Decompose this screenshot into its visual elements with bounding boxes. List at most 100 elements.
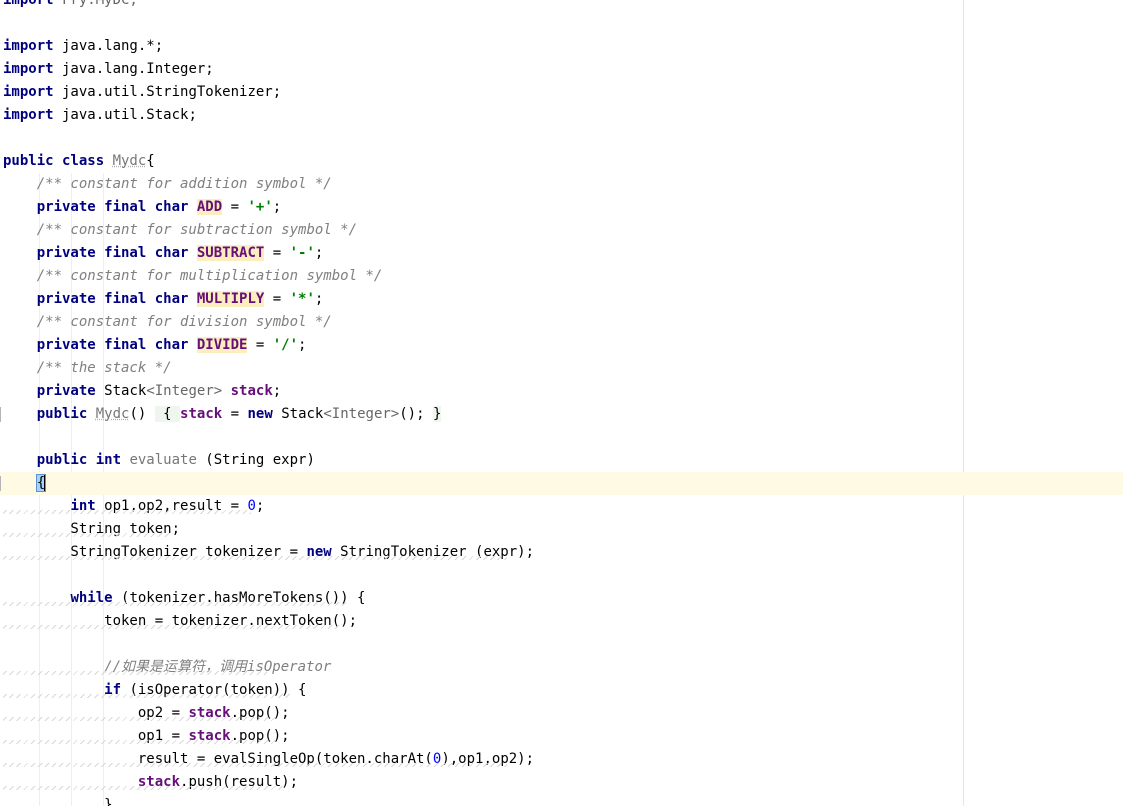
code-token: public class xyxy=(3,153,113,169)
code-line[interactable]: int op1,op2,result = 0; xyxy=(0,495,1123,518)
code-token: SUBTRACT xyxy=(196,245,265,261)
code-line[interactable]: stack.push(result); xyxy=(0,771,1123,794)
code-line[interactable]: StringTokenizer tokenizer = new StringTo… xyxy=(0,541,1123,564)
code-line-text: public int evaluate (String expr) xyxy=(3,449,315,472)
code-token: ; xyxy=(314,245,324,261)
code-token: = xyxy=(264,245,290,261)
code-line-text: private final char DIVIDE = '/'; xyxy=(3,334,306,357)
code-line[interactable]: public int evaluate (String expr) xyxy=(0,449,1123,472)
code-token: '*' xyxy=(289,291,315,307)
code-token: private xyxy=(36,383,105,399)
code-line[interactable]: private final char MULTIPLY = '*'; xyxy=(0,288,1123,311)
code-line-text: /** constant for division symbol */ xyxy=(3,311,332,334)
code-line[interactable]: /** the stack */ xyxy=(0,357,1123,380)
code-line[interactable]: String token; xyxy=(0,518,1123,541)
code-token: (); xyxy=(399,406,433,422)
code-token: Stack xyxy=(281,406,324,422)
code-token: import xyxy=(3,61,54,77)
code-line[interactable]: { xyxy=(0,472,1123,495)
code-line[interactable]: private Stack<Integer> stack; xyxy=(0,380,1123,403)
code-line[interactable]: result = evalSingleOp(token.charAt(0),op… xyxy=(0,748,1123,771)
code-line[interactable]: import java.util.Stack; xyxy=(0,104,1123,127)
code-line-text: /** constant for multiplication symbol *… xyxy=(3,265,383,288)
code-token: public int xyxy=(36,452,130,468)
code-token: /** constant for addition symbol */ xyxy=(36,176,332,192)
code-token: import xyxy=(3,107,54,123)
code-line[interactable] xyxy=(0,564,1123,587)
code-line[interactable]: op2 = stack.pop(); xyxy=(0,702,1123,725)
code-token: ; xyxy=(314,291,324,307)
code-line-text: /** the stack */ xyxy=(3,357,172,380)
code-line[interactable]: import java.lang.Integer; xyxy=(0,58,1123,81)
code-line[interactable] xyxy=(0,12,1123,35)
code-token: } xyxy=(3,797,113,806)
code-token: Mydc xyxy=(112,153,147,169)
code-line-text: /** constant for subtraction symbol */ xyxy=(3,219,357,242)
code-line[interactable] xyxy=(0,633,1123,656)
code-line[interactable]: import java.lang.*; xyxy=(0,35,1123,58)
code-token: (String expr) xyxy=(196,452,315,468)
code-token: } xyxy=(432,406,442,422)
code-line-text: /** constant for addition symbol */ xyxy=(3,173,332,196)
code-line[interactable] xyxy=(0,127,1123,150)
code-token: = xyxy=(222,406,248,422)
code-token: '+' xyxy=(247,199,273,215)
code-token: /** constant for multiplication symbol *… xyxy=(36,268,383,284)
code-line-text: import java.util.StringTokenizer; xyxy=(3,81,281,104)
code-token: private final char xyxy=(36,245,197,261)
code-token: public xyxy=(36,406,96,422)
code-line[interactable]: while (tokenizer.hasMoreTokens()) { xyxy=(0,587,1123,610)
code-line[interactable]: private final char SUBTRACT = '-'; xyxy=(0,242,1123,265)
weak-warning-underline xyxy=(3,717,275,723)
gutter-change-marker xyxy=(0,407,1,422)
code-token: () xyxy=(129,406,155,422)
code-token: = xyxy=(222,199,248,215)
code-line-text: import java.lang.Integer; xyxy=(3,58,214,81)
code-line[interactable]: /** constant for division symbol */ xyxy=(0,311,1123,334)
code-line[interactable]: op1 = stack.pop(); xyxy=(0,725,1123,748)
code-line[interactable]: token = tokenizer.nextToken(); xyxy=(0,610,1123,633)
code-token: stack xyxy=(230,383,273,399)
code-line-text: public Mydc() { stack = new Stack<Intege… xyxy=(3,403,442,426)
code-token: ; xyxy=(272,199,282,215)
code-line[interactable]: import Fry.MyDC; xyxy=(0,0,1123,12)
code-line-text: private final char MULTIPLY = '*'; xyxy=(3,288,323,311)
code-token: /** the stack */ xyxy=(36,360,172,376)
code-line[interactable]: /** constant for multiplication symbol *… xyxy=(0,265,1123,288)
code-token: <Integer> xyxy=(323,406,400,422)
code-editor[interactable]: import Fry.MyDC; import java.lang.*; impor… xyxy=(0,0,1123,806)
code-token: <Integer> xyxy=(146,383,231,399)
code-line[interactable]: } xyxy=(0,794,1123,806)
code-token: ; xyxy=(272,383,282,399)
code-line[interactable]: private final char DIVIDE = '/'; xyxy=(0,334,1123,357)
code-token: private final char xyxy=(36,199,197,215)
code-line[interactable]: import java.util.StringTokenizer; xyxy=(0,81,1123,104)
code-token: private final char xyxy=(36,337,197,353)
code-token: '-' xyxy=(289,245,315,261)
code-line[interactable]: public class Mydc{ xyxy=(0,150,1123,173)
code-line[interactable]: private final char ADD = '+'; xyxy=(0,196,1123,219)
code-token: evaluate xyxy=(129,452,197,468)
code-line[interactable]: /** constant for subtraction symbol */ xyxy=(0,219,1123,242)
code-token: private final char xyxy=(36,291,197,307)
code-token: ADD xyxy=(196,199,223,215)
code-line-text: public class Mydc{ xyxy=(3,150,155,173)
code-token: = xyxy=(264,291,290,307)
code-line[interactable]: /** constant for addition symbol */ xyxy=(0,173,1123,196)
code-token: new xyxy=(247,406,282,422)
code-line[interactable]: public Mydc() { stack = new Stack<Intege… xyxy=(0,403,1123,426)
code-line-text: private final char SUBTRACT = '-'; xyxy=(3,242,323,265)
code-line-text: private final char ADD = '+'; xyxy=(3,196,281,219)
code-line-text: { xyxy=(3,472,47,495)
code-token: '/' xyxy=(272,337,299,353)
code-line[interactable]: if (isOperator(token)) { xyxy=(0,679,1123,702)
code-line[interactable]: //如果是运算符，调用isOperator xyxy=(0,656,1123,679)
code-line[interactable] xyxy=(0,426,1123,449)
weak-warning-underline xyxy=(3,786,283,792)
